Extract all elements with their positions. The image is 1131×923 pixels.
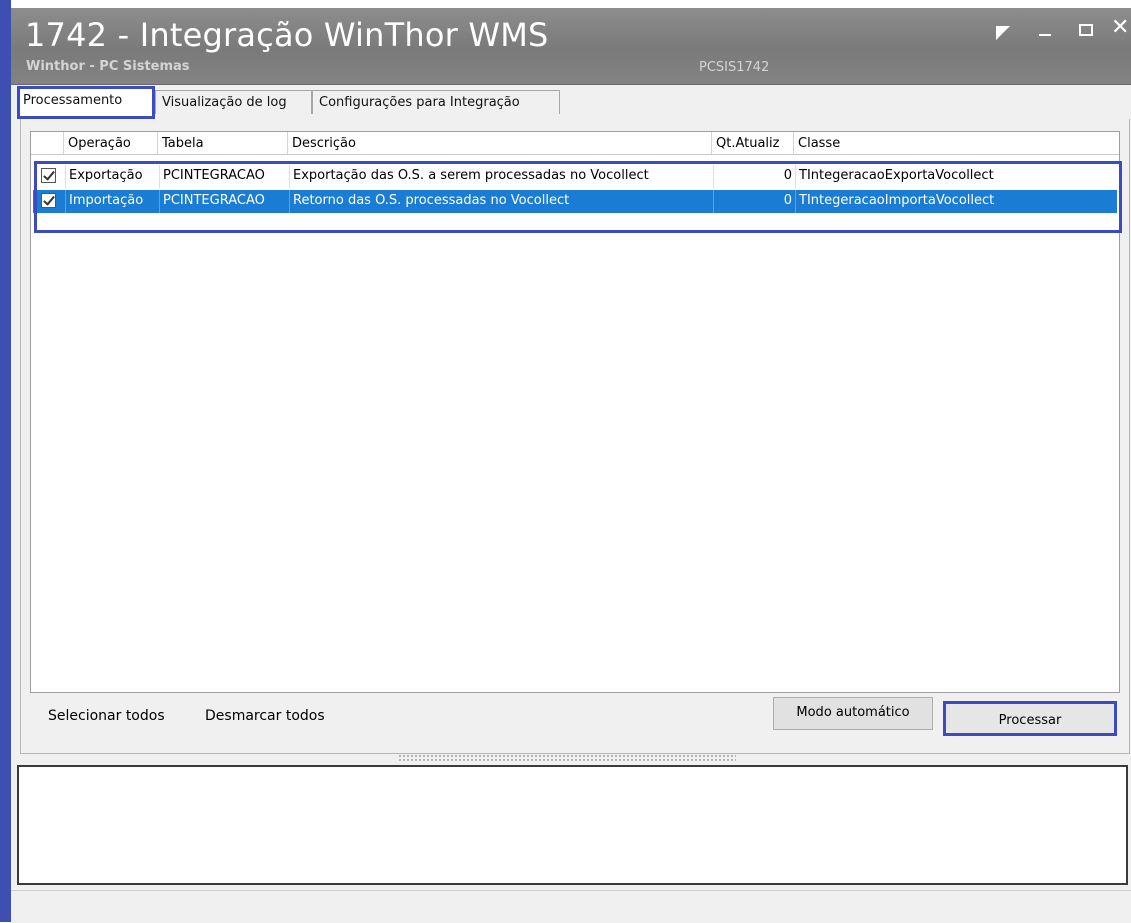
cell-operacao: Importação xyxy=(66,190,160,213)
window-title: 1742 - Integração WinThor WMS xyxy=(25,16,549,54)
cell-tabela: PCINTEGRACAO xyxy=(160,190,290,213)
restore-icon[interactable] xyxy=(996,26,1010,40)
header-qt-atualiz[interactable]: Qt.Atualiz xyxy=(712,132,794,154)
app-window: 1742 - Integração WinThor WMS Winthor - … xyxy=(0,0,1131,923)
grid-header: Operação Tabela Descrição Qt.Atualiz Cla… xyxy=(31,132,1119,155)
tab-visualizacao-log[interactable]: Visualização de log xyxy=(155,90,312,114)
row-check-cell[interactable] xyxy=(33,165,66,188)
tab-strip: Processamento Visualização de log Config… xyxy=(11,84,1131,120)
minimize-icon[interactable] xyxy=(1039,34,1051,36)
cell-classe: TIntegeracaoImportaVocollect xyxy=(799,193,995,208)
maximize-icon[interactable] xyxy=(1079,24,1093,36)
cell-tabela: PCINTEGRACAO xyxy=(160,165,290,188)
cell-qt-atualiz: 0 xyxy=(714,190,796,213)
header-tabela[interactable]: Tabela xyxy=(158,132,288,154)
tab-configuracoes[interactable]: Configurações para Integração xyxy=(312,90,560,114)
cell-descricao: Retorno das O.S. processadas no Vocollec… xyxy=(290,190,714,213)
processamento-panel: Operação Tabela Descrição Qt.Atualiz Cla… xyxy=(20,119,1130,754)
title-bar[interactable]: 1742 - Integração WinThor WMS Winthor - … xyxy=(11,8,1131,85)
window-subtitle: Winthor - PC Sistemas xyxy=(26,59,190,74)
header-operacao[interactable]: Operação xyxy=(64,132,158,154)
cell-operacao: Exportação xyxy=(66,165,160,188)
window-top-edge xyxy=(0,0,1131,8)
app-code: PCSIS1742 xyxy=(699,60,770,75)
header-check-column[interactable] xyxy=(31,132,64,154)
select-all-link[interactable]: Selecionar todos xyxy=(48,708,165,724)
window-left-border xyxy=(0,0,11,922)
tab-processamento[interactable]: Processamento xyxy=(17,86,155,119)
operations-grid[interactable]: Operação Tabela Descrição Qt.Atualiz Cla… xyxy=(30,131,1122,693)
table-row[interactable]: Exportação PCINTEGRACAO Exportação das O… xyxy=(33,165,1117,188)
deselect-all-link[interactable]: Desmarcar todos xyxy=(205,708,325,724)
checkbox-checked-icon[interactable] xyxy=(41,168,56,183)
header-descricao[interactable]: Descrição xyxy=(288,132,712,154)
log-pane[interactable] xyxy=(17,765,1128,885)
cell-classe: TIntegeracaoExportaVocollect xyxy=(799,168,994,183)
splitter-handle[interactable] xyxy=(398,754,736,762)
header-classe[interactable]: Classe xyxy=(794,132,1115,154)
cell-qt-atualiz: 0 xyxy=(714,165,796,188)
row-check-cell[interactable] xyxy=(33,190,66,213)
auto-mode-button[interactable]: Modo automático xyxy=(773,697,933,730)
checkbox-checked-icon[interactable] xyxy=(41,193,56,208)
close-icon[interactable]: ✕ xyxy=(1111,17,1129,39)
process-button[interactable]: Processar xyxy=(943,701,1117,736)
cell-descricao: Exportação das O.S. a serem processadas … xyxy=(290,165,714,188)
status-bar xyxy=(11,890,1131,923)
table-row-selected[interactable]: Importação PCINTEGRACAO Retorno das O.S.… xyxy=(33,190,1117,213)
